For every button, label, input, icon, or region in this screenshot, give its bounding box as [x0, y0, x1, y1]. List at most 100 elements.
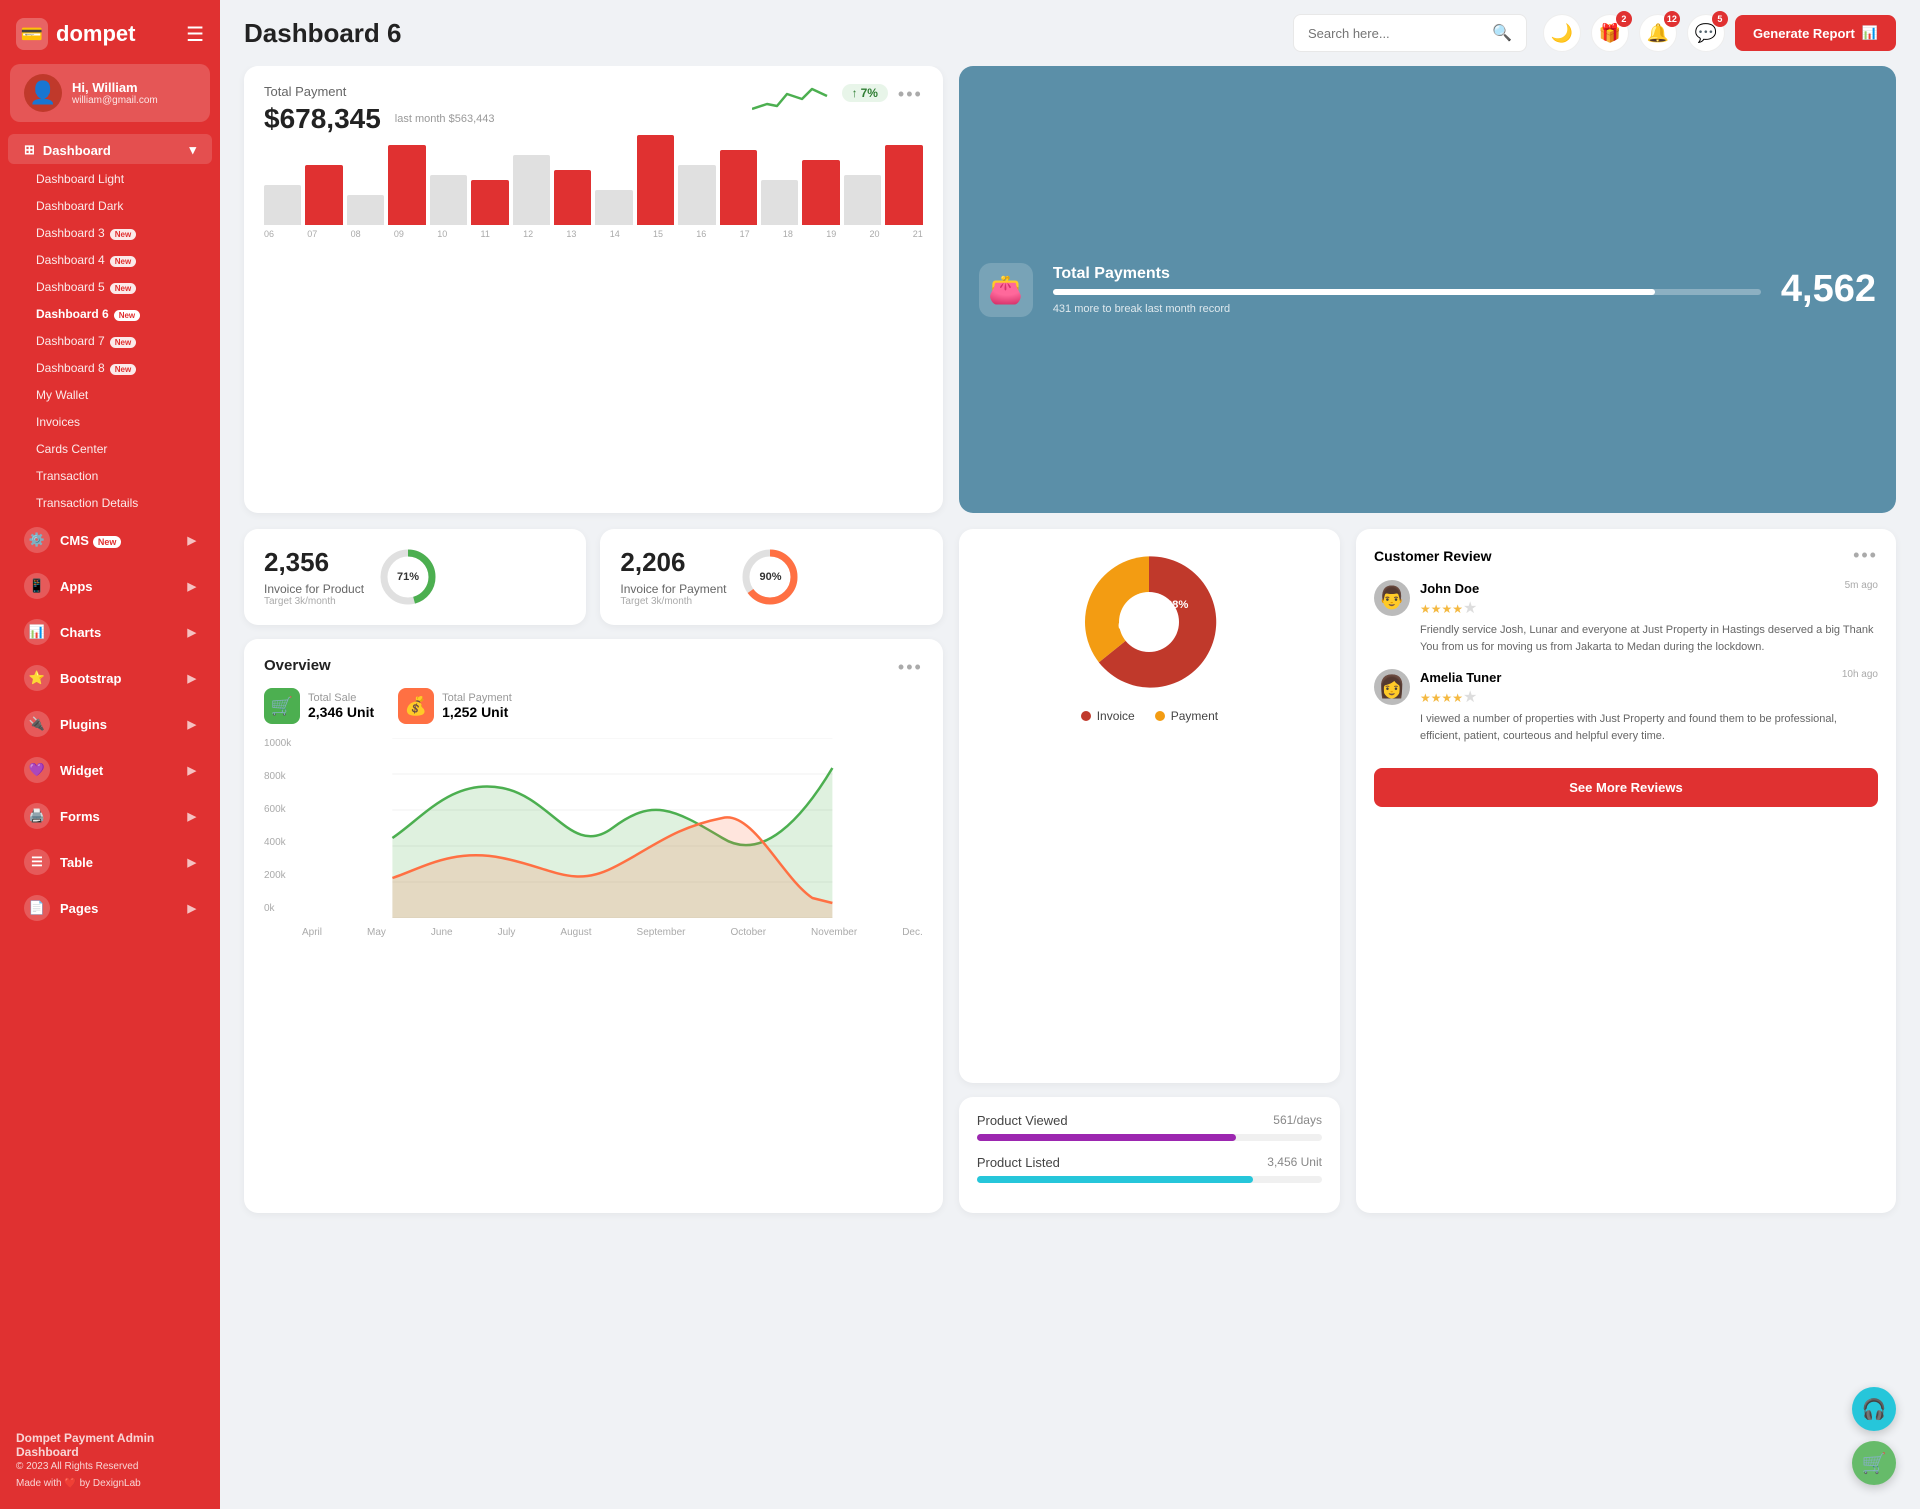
user-info: Hi, William william@gmail.com	[72, 80, 158, 106]
sidebar-item-dashboard-5[interactable]: Dashboard 5New	[8, 274, 212, 300]
product-viewed-value: 561/days	[1273, 1113, 1322, 1127]
sidebar-item-dashboard-light[interactable]: Dashboard Light	[8, 166, 212, 192]
card-options-button[interactable]: •••	[898, 84, 923, 105]
bar-item	[554, 170, 591, 225]
sidebar-item-charts[interactable]: 📊 Charts ▶	[8, 610, 212, 654]
review-text: Friendly service Josh, Lunar and everyon…	[1420, 622, 1878, 655]
sidebar-logo: 💳 dompet	[16, 18, 135, 50]
sidebar-label-pages: Pages	[60, 901, 98, 916]
mini-bar-chart	[264, 145, 923, 225]
area-chart	[302, 738, 923, 918]
search-icon: 🔍	[1492, 23, 1512, 43]
cart-fab-button[interactable]: 🛒	[1852, 1441, 1896, 1485]
chevron-right-icon: ▶	[188, 902, 196, 915]
footer-copy: © 2023 All Rights Reserved	[16, 1461, 204, 1472]
plugins-icon: 🔌	[24, 711, 50, 737]
invoice-payment-donut: 90%	[740, 547, 800, 607]
bar-item	[637, 135, 674, 225]
topbar: Dashboard 6 🔍 🌙 🎁 2 🔔 12 💬 5 Generate Re	[220, 0, 1920, 66]
invoice-payment-pct: 90%	[759, 571, 781, 583]
widget-icon: 💜	[24, 757, 50, 783]
sidebar-item-cards-center[interactable]: Cards Center	[8, 436, 212, 462]
cms-icon: ⚙️	[24, 527, 50, 553]
sidebar-item-dashboard-8[interactable]: Dashboard 8New	[8, 355, 212, 381]
product-listed-stat: Product Listed 3,456 Unit	[977, 1155, 1322, 1183]
apps-icon: 📱	[24, 573, 50, 599]
bar-item	[430, 175, 467, 225]
sidebar-item-dashboard-dark[interactable]: Dashboard Dark	[8, 193, 212, 219]
sidebar-item-apps[interactable]: 📱 Apps ▶	[8, 564, 212, 608]
sidebar-label-bootstrap: Bootstrap	[60, 671, 121, 686]
chat-button[interactable]: 💬 5	[1687, 14, 1725, 52]
sidebar-item-dashboard-7[interactable]: Dashboard 7New	[8, 328, 212, 354]
total-sale-icon: 🛒	[264, 688, 300, 724]
sidebar-nav: ⊞ Dashboard ▾ Dashboard LightDashboard D…	[0, 132, 220, 1419]
pie-chart: 62% 38%	[1074, 547, 1224, 697]
review-item: 👩 Amelia Tuner 10h ago ★★★★★ I viewed a …	[1374, 669, 1878, 744]
pie-legend-payment: Payment	[1155, 709, 1218, 723]
last-month-amount: last month $563,443	[395, 113, 495, 125]
sidebar-item-table[interactable]: ☰ Table ▶	[8, 840, 212, 884]
overview-options-button[interactable]: •••	[898, 657, 923, 678]
chevron-right-icon: ▶	[188, 580, 196, 593]
invoice-product-label: Invoice for Product	[264, 582, 364, 596]
theme-toggle-button[interactable]: 🌙	[1543, 14, 1581, 52]
product-listed-value: 3,456 Unit	[1267, 1155, 1322, 1169]
pie-legend: Invoice Payment	[1081, 709, 1218, 723]
sidebar-item-dashboard[interactable]: ⊞ Dashboard ▾	[8, 134, 212, 164]
invoice-payment-card: 2,206 Invoice for Payment Target 3k/mont…	[600, 529, 942, 625]
svg-text:38%: 38%	[1166, 599, 1189, 611]
invoice-product-target: Target 3k/month	[264, 596, 364, 607]
gift-button[interactable]: 🎁 2	[1591, 14, 1629, 52]
sidebar-item-transaction-details[interactable]: Transaction Details	[8, 490, 212, 516]
sidebar-item-forms[interactable]: 🖨️ Forms ▶	[8, 794, 212, 838]
footer-made: Made with ❤️ by DexignLab	[16, 1478, 204, 1489]
dashboard-grid: Total Payment $678,345 last month $563,4…	[220, 66, 1920, 1509]
sidebar-item-plugins[interactable]: 🔌 Plugins ▶	[8, 702, 212, 746]
sidebar-item-transaction[interactable]: Transaction	[8, 463, 212, 489]
reviewer-avatar: 👨	[1374, 580, 1410, 616]
total-payment-stat-value: 1,252 Unit	[442, 704, 512, 720]
chevron-right-icon: ▶	[188, 810, 196, 823]
sidebar-item-bootstrap[interactable]: ⭐ Bootstrap ▶	[8, 656, 212, 700]
invoice-payment-info: 2,206 Invoice for Payment Target 3k/mont…	[620, 547, 726, 607]
hamburger-button[interactable]: ☰	[186, 22, 204, 47]
review-options-button[interactable]: •••	[1853, 545, 1878, 566]
review-text: I viewed a number of properties with Jus…	[1420, 711, 1878, 744]
sidebar-item-dashboard-3[interactable]: Dashboard 3New	[8, 220, 212, 246]
total-sale-stat: 🛒 Total Sale 2,346 Unit	[264, 688, 374, 724]
y-axis-labels: 1000k800k600k400k200k0k	[264, 738, 291, 914]
review-item: 👨 John Doe 5m ago ★★★★★ Friendly service…	[1374, 580, 1878, 655]
x-axis-labels: AprilMayJuneJulyAugustSeptemberOctoberNo…	[302, 927, 923, 938]
product-stats-card: Product Viewed 561/days Product Listed 3…	[959, 1097, 1340, 1213]
table-icon: ☰	[24, 849, 50, 875]
total-sale-label: Total Sale	[308, 692, 374, 704]
review-items: 👨 John Doe 5m ago ★★★★★ Friendly service…	[1374, 580, 1878, 744]
sidebar-item-cms[interactable]: ⚙️ CMSNew ▶	[8, 518, 212, 562]
gift-badge: 2	[1616, 11, 1632, 27]
see-more-reviews-button[interactable]: See More Reviews	[1374, 768, 1878, 807]
total-payment-icon: 💰	[398, 688, 434, 724]
search-input[interactable]	[1308, 26, 1484, 41]
sidebar-item-dashboard-6[interactable]: Dashboard 6New	[8, 301, 212, 327]
bar-item	[761, 180, 798, 225]
invoice-legend-dot	[1081, 711, 1091, 721]
page-title: Dashboard 6	[244, 18, 1277, 49]
sidebar-item-my-wallet[interactable]: My Wallet	[8, 382, 212, 408]
product-listed-progress	[977, 1176, 1322, 1183]
svg-text:62%: 62%	[1118, 619, 1143, 633]
generate-label: Generate Report	[1753, 26, 1855, 41]
cart-icon: 🛒	[1862, 1451, 1887, 1476]
sidebar-item-pages[interactable]: 📄 Pages ▶	[8, 886, 212, 930]
generate-report-button[interactable]: Generate Report 📊	[1735, 15, 1896, 51]
sidebar-label-cms: CMSNew	[60, 533, 121, 548]
bell-icon: 🔔	[1647, 23, 1669, 44]
sidebar-item-widget[interactable]: 💜 Widget ▶	[8, 748, 212, 792]
sidebar-item-dashboard-4[interactable]: Dashboard 4New	[8, 247, 212, 273]
bell-button[interactable]: 🔔 12	[1639, 14, 1677, 52]
sidebar-item-invoices[interactable]: Invoices	[8, 409, 212, 435]
star-rating: ★★★★★	[1420, 598, 1878, 618]
pie-legend-invoice: Invoice	[1081, 709, 1135, 723]
support-fab-button[interactable]: 🎧	[1852, 1387, 1896, 1431]
bar-item	[513, 155, 550, 225]
